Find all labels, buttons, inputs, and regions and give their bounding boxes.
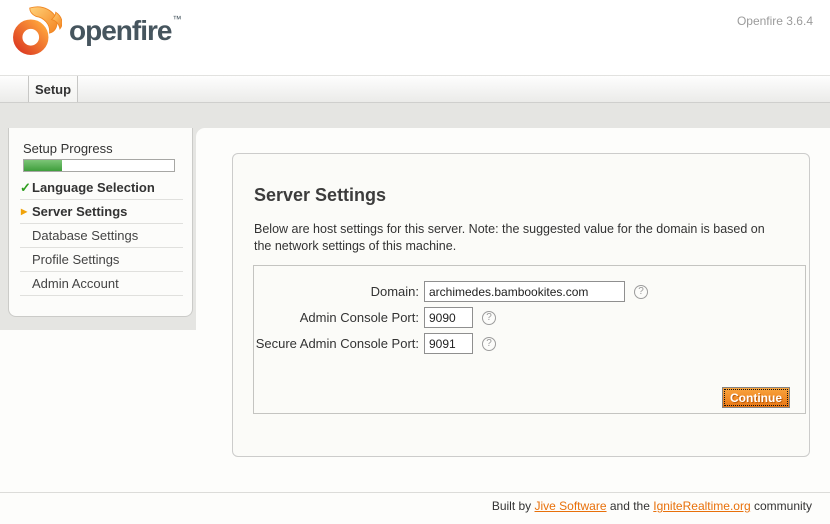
step-profile-settings: Profile Settings [20,248,183,272]
version-label: Openfire 3.6.4 [737,14,813,28]
page: openfire™ Openfire 3.6.4 Setup Setup Pro… [0,0,830,524]
secure-port-row: Secure Admin Console Port: ? [254,333,805,354]
domain-label: Domain: [254,284,424,299]
help-icon[interactable]: ? [634,285,648,299]
logo-text: openfire [69,15,171,47]
secure-port-input[interactable] [424,333,473,354]
domain-row: Domain: ? [254,281,805,302]
step-label: Database Settings [32,228,138,243]
setup-steps: ✓ Language Selection ▶ Server Settings D… [9,176,192,296]
jive-software-link[interactable]: Jive Software [535,499,607,513]
subnav-bar [0,103,830,128]
step-database-settings: Database Settings [20,224,183,248]
footer-text: community [751,499,812,513]
arrow-icon: ▶ [20,207,32,216]
tab-bar: Setup [0,75,830,103]
step-label: Profile Settings [32,252,119,267]
igniterealtime-link[interactable]: IgniteRealtime.org [653,499,750,513]
setup-progress-title: Setup Progress [23,141,113,156]
step-language-selection: ✓ Language Selection [20,176,183,200]
setup-progress-panel: Setup Progress ✓ Language Selection ▶ Se… [8,128,193,317]
main-panel: Server Settings Below are host settings … [232,153,810,457]
progress-bar [23,159,175,172]
step-label: Server Settings [32,204,127,219]
admin-port-row: Admin Console Port: ? [254,307,805,328]
page-title: Server Settings [254,185,386,206]
help-icon[interactable]: ? [482,311,496,325]
flame-logo-icon [12,6,62,56]
footer-divider [0,492,830,493]
footer: Built by Jive Software and the IgniteRea… [492,499,812,513]
openfire-logo: openfire™ [12,6,180,56]
admin-port-input[interactable] [424,307,473,328]
secure-port-label: Secure Admin Console Port: [254,336,424,351]
trademark-symbol: ™ [172,14,181,24]
step-label: Admin Account [32,276,119,291]
tab-setup[interactable]: Setup [28,76,78,102]
step-server-settings: ▶ Server Settings [20,200,183,224]
continue-button[interactable]: Continue [722,387,790,408]
admin-port-label: Admin Console Port: [254,310,424,325]
step-label: Language Selection [32,180,155,195]
footer-text: and the [607,499,654,513]
header: openfire™ Openfire 3.6.4 [0,0,830,75]
domain-input[interactable] [424,281,625,302]
page-description: Below are host settings for this server.… [254,221,782,255]
progress-fill [24,160,62,171]
check-icon: ✓ [20,180,32,196]
help-icon[interactable]: ? [482,337,496,351]
server-settings-form: Domain: ? Admin Console Port: ? Secure A… [253,265,806,414]
step-admin-account: Admin Account [20,272,183,296]
footer-text: Built by [492,499,535,513]
